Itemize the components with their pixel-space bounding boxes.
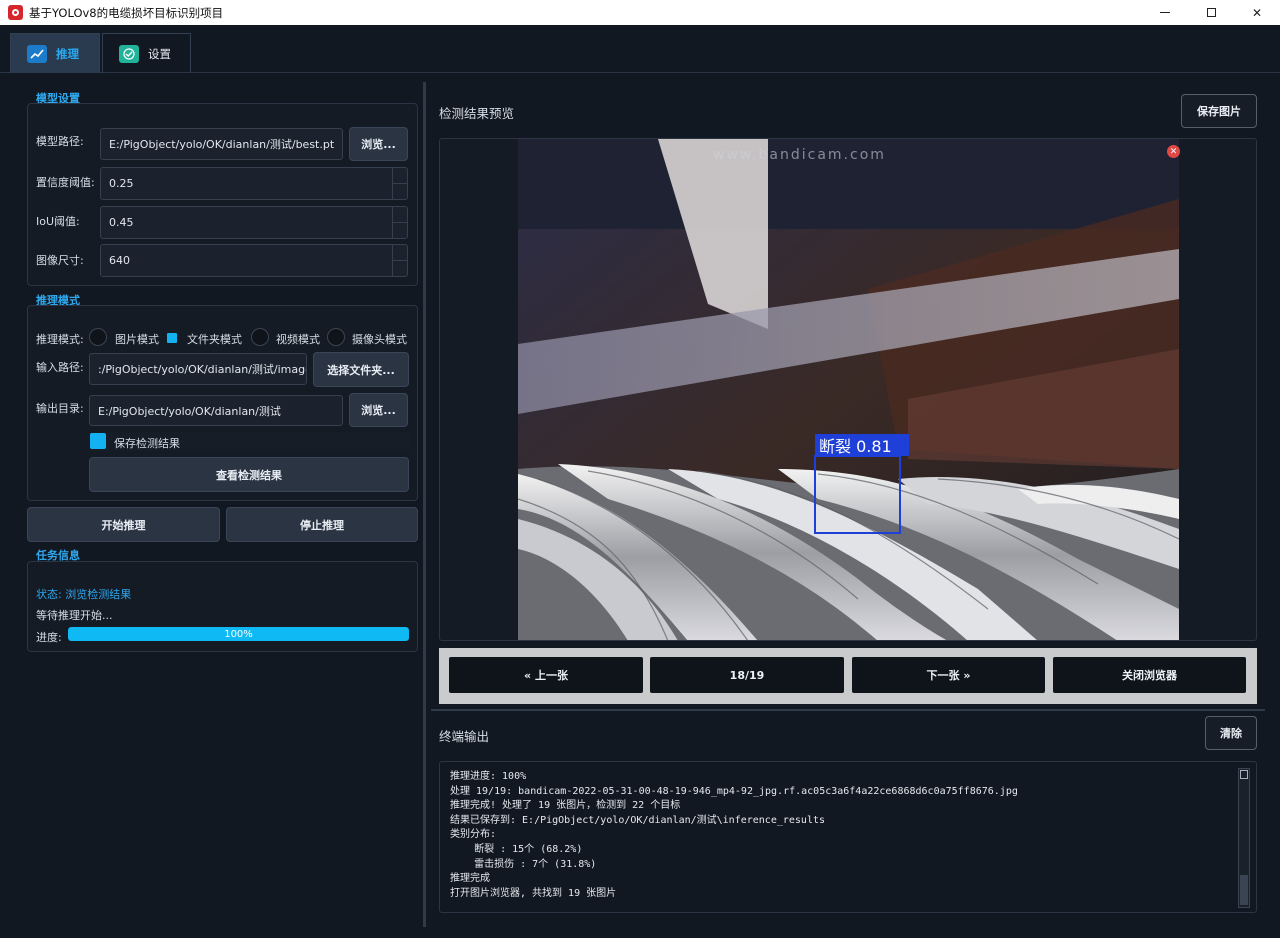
status-text: 状态: 浏览检测结果 (36, 588, 132, 601)
window-title: 基于YOLOv8的电缆损坏目标识别项目 (29, 5, 224, 20)
tab-inference-label: 推理 (56, 46, 79, 61)
model-path-label: 模型路径: (36, 135, 84, 148)
terminal-line: 推理进度: 100% (450, 771, 527, 782)
image-mode-label: 图片模式 (115, 333, 159, 346)
image-size-spin-arrows[interactable] (392, 245, 407, 276)
tab-bar: 推理 设置 (0, 25, 1280, 73)
terminal-scrollbar[interactable] (1238, 768, 1250, 908)
radio-folder-mode[interactable] (167, 333, 177, 343)
terminal-output[interactable]: 推理进度: 100% 处理 19/19: bandicam-2022-05-31… (439, 761, 1257, 913)
save-image-button[interactable]: 保存图片 (1181, 94, 1257, 128)
confidence-label: 置信度阈值: (36, 176, 95, 189)
prev-image-button[interactable]: « 上一张 (449, 657, 643, 693)
close-button[interactable]: ✕ (1234, 0, 1280, 25)
select-folder-button[interactable]: 选择文件夹... (313, 352, 409, 387)
scroll-up-icon[interactable] (1240, 770, 1248, 779)
minimize-icon (1160, 12, 1170, 13)
save-results-label: 保存检测结果 (114, 437, 180, 450)
maximize-icon (1206, 8, 1216, 17)
image-size-label: 图像尺寸: (36, 254, 84, 267)
preview-title: 检测结果预览 (439, 106, 515, 121)
progress-label: 进度: (36, 631, 62, 644)
progress-text: 100% (224, 628, 253, 640)
terminal-line: 结果已保存到: E:/PigObject/yolo/OK/dianlan/测试\… (450, 814, 826, 826)
model-browse-button[interactable]: 浏览... (349, 127, 408, 161)
folder-mode-label: 文件夹模式 (187, 333, 242, 346)
watermark-text: www.bandicam.com (713, 147, 886, 163)
iou-label: IoU阈值: (36, 215, 80, 228)
maximize-button[interactable] (1188, 0, 1234, 25)
image-size-value: 640 (109, 254, 130, 267)
waiting-text: 等待推理开始... (36, 609, 113, 622)
next-image-button[interactable]: 下一张 » (852, 657, 1045, 693)
radio-video-mode[interactable] (251, 328, 269, 346)
terminal-title: 终端输出 (439, 729, 490, 744)
progress-bar: 100% (68, 627, 409, 641)
tab-settings-label: 设置 (148, 46, 171, 61)
save-results-checkbox[interactable] (90, 433, 106, 449)
input-path-label: 输入路径: (36, 361, 84, 374)
terminal-line: 推理完成! 处理了 19 张图片，检测到 22 个目标 (450, 800, 681, 812)
app-logo-icon (8, 5, 23, 20)
iou-spin-arrows[interactable] (392, 207, 407, 238)
iou-spinbox[interactable]: 0.45 (100, 206, 408, 239)
output-dir-label: 输出目录: (36, 402, 84, 415)
mode-label: 推理模式: (36, 333, 84, 346)
view-results-button[interactable]: 查看检测结果 (89, 457, 409, 492)
image-counter: 18/19 (650, 657, 844, 693)
output-browse-button[interactable]: 浏览... (349, 393, 408, 427)
vertical-splitter[interactable] (423, 82, 426, 927)
preview-panel: 断裂 0.81 www.bandicam.com ✕ (439, 138, 1257, 641)
stop-inference-button[interactable]: 停止推理 (226, 507, 418, 542)
chart-icon (27, 44, 47, 63)
confidence-value: 0.25 (109, 177, 134, 190)
clear-button[interactable]: 清除 (1205, 716, 1257, 750)
terminal-line: 类别分布: (450, 829, 497, 841)
camera-mode-label: 摄像头模式 (352, 333, 407, 346)
close-icon[interactable]: ✕ (1167, 145, 1180, 158)
close-browser-button[interactable]: 关闭浏览器 (1053, 657, 1246, 693)
tab-inference[interactable]: 推理 (10, 33, 100, 73)
horizontal-splitter[interactable] (431, 709, 1265, 711)
iou-value: 0.45 (109, 216, 134, 229)
terminal-line: 雷击损伤 : 7个 (31.8%) (450, 858, 597, 870)
terminal-line: 打开图片浏览器, 共找到 19 张图片 (450, 887, 617, 899)
start-inference-button[interactable]: 开始推理 (27, 507, 220, 542)
terminal-line: 处理 19/19: bandicam-2022-05-31-00-48-19-9… (450, 785, 1018, 797)
cable-photo: 断裂 0.81 www.bandicam.com (518, 139, 1179, 640)
radio-image-mode[interactable] (89, 328, 107, 346)
detection-image: 断裂 0.81 www.bandicam.com (518, 139, 1179, 640)
model-path-input[interactable]: E:/PigObject/yolo/OK/dianlan/测试/best.pt (100, 128, 343, 160)
detection-label: 断裂 0.81 (819, 437, 892, 456)
scrollbar-thumb[interactable] (1240, 875, 1248, 905)
output-dir-input[interactable]: E:/PigObject/yolo/OK/dianlan/测试 (89, 395, 343, 426)
terminal-line: 断裂 : 15个 (68.2%) (450, 843, 583, 855)
close-window-icon: ✕ (1251, 5, 1263, 20)
checkmark-icon (119, 44, 139, 63)
video-mode-label: 视频模式 (276, 333, 320, 346)
minimize-button[interactable] (1142, 0, 1188, 25)
image-size-spinbox[interactable]: 640 (100, 244, 408, 277)
confidence-spinbox[interactable]: 0.25 (100, 167, 408, 200)
input-path-input[interactable]: :/PigObject/yolo/OK/dianlan/测试/image (89, 353, 307, 385)
confidence-spin-arrows[interactable] (392, 168, 407, 199)
tab-settings[interactable]: 设置 (102, 33, 191, 73)
image-navigation-bar: « 上一张 18/19 下一张 » 关闭浏览器 (439, 648, 1257, 704)
terminal-line: 推理完成 (450, 873, 490, 885)
title-bar: 基于YOLOv8的电缆损坏目标识别项目 ✕ (0, 0, 1280, 25)
radio-camera-mode[interactable] (327, 328, 345, 346)
